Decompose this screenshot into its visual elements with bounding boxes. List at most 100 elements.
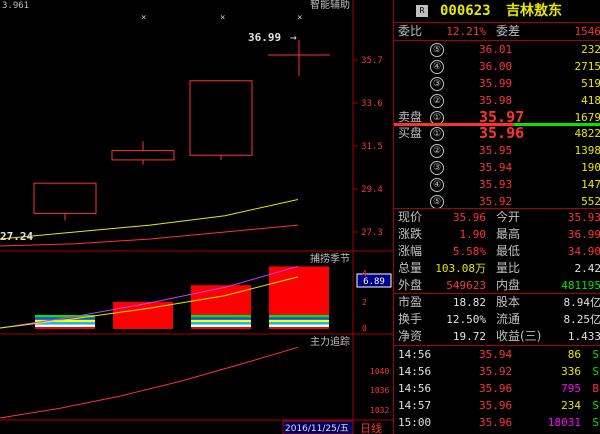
sub1-tick: 2 — [362, 298, 367, 307]
stock-name: 吉林敖东 — [506, 3, 562, 19]
level-index: ③ — [430, 77, 444, 91]
sell-vol: 519 — [581, 77, 600, 90]
tick-side: S — [592, 365, 599, 378]
sell-vol: 2715 — [574, 60, 600, 73]
tick-vol: 86 — [567, 348, 581, 361]
level-index: ⑤ — [430, 195, 444, 209]
stat-label: 现价 — [398, 210, 423, 224]
fundamental-row: 净资 19.72 收益(三) 1.433 — [394, 328, 600, 345]
candle-body — [111, 150, 175, 161]
ma-value-label: 27.24 — [0, 230, 33, 243]
sub2-line — [0, 346, 299, 419]
stat-value: 549623 — [446, 279, 486, 292]
tick-price: 35.96 — [479, 416, 513, 429]
sub1-bar-stripe — [269, 317, 329, 320]
sell-vol: 232 — [581, 43, 600, 56]
sub2-tick: 1040 — [370, 367, 389, 376]
level-index: ④ — [430, 178, 444, 192]
sell-level-row[interactable]: ② 35.98 418 — [394, 92, 600, 109]
tick-side: B — [592, 382, 599, 395]
candles — [33, 80, 253, 221]
sub1-tick: 4 — [362, 269, 367, 278]
stat-value: 36.99 — [567, 228, 600, 241]
candle-body — [189, 80, 253, 156]
fund-label: 股本 — [496, 295, 521, 309]
quote-panel: R 000623 吉林敖东 委比 12.21% 委差 1546 ⑤ 36.01 … — [393, 0, 600, 434]
price-tick-marks — [353, 59, 358, 233]
stat-value: 1.90 — [459, 228, 487, 241]
tick-row[interactable]: 14:56 35.92 336 S — [394, 363, 600, 380]
sub2-tick: 1032 — [370, 406, 389, 415]
stat-label: 今开 — [496, 210, 521, 224]
stock-code: 000623 — [440, 3, 491, 19]
buy-level-row[interactable]: 买盘 ① 35.96 4822 — [394, 125, 600, 142]
sub2-name: 主力追踪 — [310, 335, 350, 348]
status-date: 2016/11/25/五 — [285, 424, 349, 434]
fundamental-row: 市盈 18.82 股本 8.94亿 — [394, 294, 600, 311]
corner-value: 3.961 — [2, 1, 29, 11]
sub1-bar-stripe — [269, 322, 329, 325]
period-tab[interactable]: 日线 — [360, 421, 382, 434]
stat-value: 481195 — [561, 279, 600, 292]
buy-level-row[interactable]: ④ 35.93 147 — [394, 176, 600, 193]
fund-value: 8.25亿 — [563, 313, 600, 326]
sub1-name: 捕捞季节 — [310, 252, 350, 265]
cross-mark: × — [220, 13, 225, 23]
kline-chart-area[interactable]: 3.961 智能辅助 × × × 36.99 → 35.7 33.6 31.5 … — [0, 0, 393, 434]
stat-label: 总量 — [398, 261, 423, 275]
tick-side: S — [592, 416, 599, 429]
sub2-tick: 1036 — [370, 386, 389, 395]
price-tick: 27.3 — [361, 228, 383, 238]
stat-row: 现价 35.96 今开 35.93 — [394, 209, 600, 226]
level-index: ③ — [430, 161, 444, 175]
arrow-right-icon: → — [290, 31, 297, 44]
buy-price: 35.95 — [479, 144, 513, 157]
sell-level-row[interactable]: ④ 36.00 2715 — [394, 58, 600, 75]
tick-row[interactable]: 14:56 35.94 86 S — [394, 346, 600, 363]
buy-vol: 147 — [581, 178, 600, 191]
fund-label: 换手 — [398, 312, 423, 326]
tick-time: 14:56 — [398, 382, 432, 395]
sell-level-row[interactable]: ⑤ 36.01 232 — [394, 41, 600, 58]
stat-row: 涨跌 1.90 最高 36.99 — [394, 226, 600, 243]
tick-row[interactable]: 14:57 35.96 234 S — [394, 397, 600, 414]
stat-label: 量比 — [496, 261, 521, 275]
sell-price: 35.99 — [479, 77, 513, 90]
price-axis: 35.7 33.6 31.5 29.4 27.3 — [361, 56, 383, 238]
buy-level-row[interactable]: ③ 35.94 190 — [394, 159, 600, 176]
fund-label: 净资 — [398, 329, 423, 343]
stat-value: 35.96 — [452, 211, 486, 224]
level-index: ⑤ — [430, 43, 444, 57]
weibi-value: 12.21% — [446, 25, 486, 38]
stat-label: 最高 — [496, 227, 521, 241]
tick-side: S — [592, 348, 599, 361]
stat-label: 最低 — [496, 244, 521, 258]
tick-vol: 234 — [561, 399, 581, 412]
stat-label: 内盘 — [496, 278, 521, 292]
tick-price: 35.96 — [479, 399, 513, 412]
tick-time: 14:56 — [398, 348, 432, 361]
tick-row[interactable]: 15:00 35.96 18031 S — [394, 414, 600, 431]
buy-level-row[interactable]: ② 35.95 1398 — [394, 142, 600, 159]
weicha-value: 1546 — [574, 25, 600, 38]
tick-vol: 18031 — [547, 416, 581, 429]
buy-label: 买盘 — [398, 126, 423, 140]
price-marker-label: 36.99 — [248, 31, 281, 44]
sell-level-row[interactable]: ③ 35.99 519 — [394, 75, 600, 92]
stat-row: 外盘 549623 内盘 481195 — [394, 277, 600, 294]
sub1-bar-stripe — [191, 315, 251, 318]
buy-price: 35.96 — [479, 124, 525, 142]
buy-price: 35.94 — [479, 161, 513, 174]
level-index: ① — [430, 127, 444, 141]
crosshair-marker — [268, 40, 330, 76]
stat-value: 5.58% — [452, 245, 486, 258]
buy-price: 35.93 — [479, 178, 513, 191]
fund-label: 市盈 — [398, 295, 423, 309]
sub1-bar-stripe — [269, 315, 329, 318]
ma-line-red — [0, 224, 299, 247]
fund-value: 12.50% — [446, 313, 486, 326]
tick-row[interactable]: 14:56 35.96 795 B — [394, 380, 600, 397]
tick-time: 15:00 — [398, 416, 432, 429]
buy-vol: 190 — [581, 161, 600, 174]
quote-header: R 000623 吉林敖东 — [394, 1, 600, 21]
